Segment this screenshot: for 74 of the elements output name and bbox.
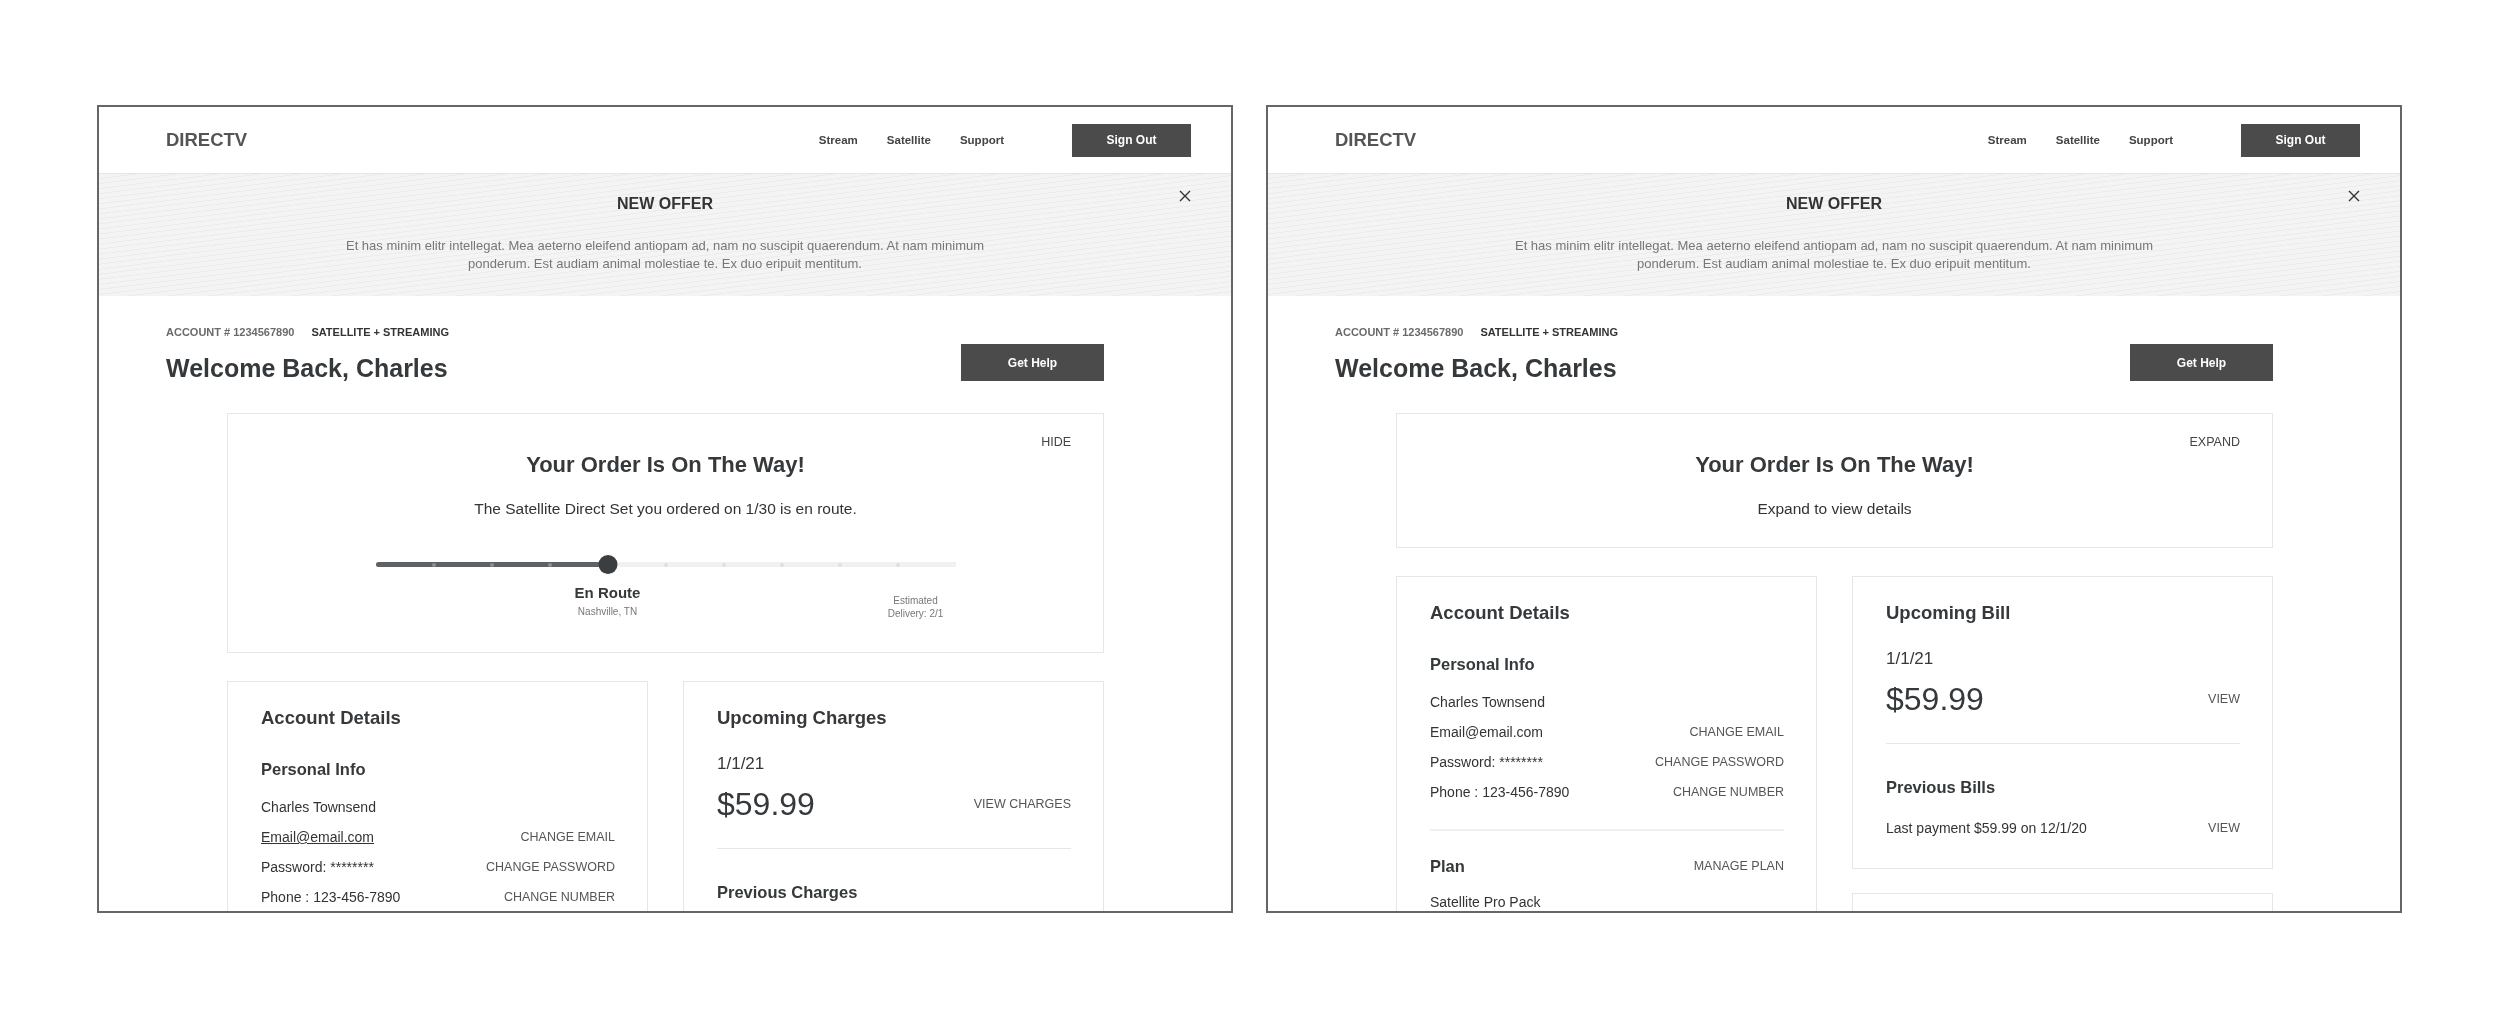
row-action-link[interactable]: CHANGE PASSWORD bbox=[486, 860, 615, 875]
section-heading: Personal Info bbox=[261, 759, 366, 779]
nav-link[interactable]: Stream bbox=[818, 134, 858, 146]
step-dot-icon bbox=[547, 562, 552, 567]
view-link[interactable]: VIEW bbox=[2208, 821, 2240, 836]
info-text: Password: ******** bbox=[1430, 754, 1543, 771]
step-dot-icon bbox=[489, 562, 494, 567]
row-action-link[interactable]: CHANGE EMAIL bbox=[1689, 725, 1784, 740]
banner-title: NEW OFFER bbox=[617, 194, 713, 213]
info-link[interactable]: Email@email.com bbox=[261, 829, 374, 846]
help-button[interactable]: Get Help bbox=[961, 344, 1104, 381]
bill-date: 1/1/21 bbox=[717, 754, 765, 774]
payment-text: Last payment $59.99 on 12/1/20 bbox=[1886, 820, 2087, 837]
plan-label: SATELLITE + STREAMING bbox=[1480, 325, 1618, 339]
bill-amount: $59.99 bbox=[717, 786, 815, 822]
status-label: En Route bbox=[574, 584, 641, 602]
info-text: Satellite Pro Pack bbox=[1430, 894, 1541, 911]
welcome-heading: Welcome Back, Charles bbox=[166, 353, 449, 383]
nav-link[interactable]: Satellite bbox=[2055, 134, 2100, 146]
info-text: Charles Townsend bbox=[261, 799, 376, 816]
card-title: Account Details bbox=[261, 707, 401, 729]
section-heading: Personal Info bbox=[1430, 654, 1535, 674]
welcome-heading: Welcome Back, Charles bbox=[1335, 353, 1618, 383]
card-title: Upcoming Bill bbox=[1886, 602, 2011, 624]
section-heading: Previous Charges bbox=[717, 882, 858, 902]
info-text: Email@email.com bbox=[1430, 724, 1543, 741]
help-button[interactable]: Get Help bbox=[2130, 344, 2273, 381]
section-heading: Previous Bills bbox=[1886, 777, 1996, 797]
sign-out-button[interactable]: Sign Out bbox=[1072, 123, 1191, 157]
brand-logo: DIRECTV bbox=[1335, 129, 1417, 151]
step-dot-icon bbox=[895, 562, 900, 567]
row-action-link[interactable]: CHANGE NUMBER bbox=[1672, 785, 1784, 800]
banner-text: Et has minim elitr intellegat. Mea aeterno eleifend antiopam ad, nam no suscipit quaerendum. At nam minimum ponderum. Est audiam animal molestiae te. Ex duo eripuit mentitum. bbox=[1513, 237, 2155, 273]
row-action-link[interactable]: CHANGE EMAIL bbox=[520, 830, 615, 845]
info-text: Password: ******** bbox=[261, 859, 374, 876]
card-title: Account Details bbox=[1430, 602, 1570, 624]
nav-link[interactable]: Satellite bbox=[886, 134, 931, 146]
plan-label: SATELLITE + STREAMING bbox=[311, 325, 449, 339]
step-dot-icon bbox=[431, 562, 436, 567]
row-action-link[interactable]: CHANGE NUMBER bbox=[503, 890, 615, 905]
step-dot-icon bbox=[837, 562, 842, 567]
order-subtitle: Expand to view details bbox=[1757, 499, 1912, 518]
collapse-link[interactable]: HIDE bbox=[1041, 435, 1071, 450]
close-icon[interactable] bbox=[2348, 190, 2360, 202]
nav-link[interactable]: Stream bbox=[1987, 134, 2027, 146]
info-text: Charles Townsend bbox=[1430, 694, 1545, 711]
view-link[interactable]: VIEW bbox=[2208, 691, 2240, 707]
delivery-estimate: Estimated Delivery: 2/1 bbox=[886, 594, 945, 620]
sign-out-button[interactable]: Sign Out bbox=[2241, 123, 2360, 157]
step-dot-icon bbox=[721, 562, 726, 567]
order-subtitle: The Satellite Direct Set you ordered on 1/30 is en route. bbox=[474, 499, 857, 518]
step-dot-icon bbox=[663, 562, 668, 567]
brand-logo: DIRECTV bbox=[166, 129, 248, 151]
section-action-link[interactable]: MANAGE PLAN bbox=[1693, 858, 1784, 874]
order-title: Your Order Is On The Way! bbox=[526, 451, 805, 478]
close-icon[interactable] bbox=[1179, 190, 1191, 202]
banner-title: NEW OFFER bbox=[1786, 194, 1882, 213]
step-dot-icon bbox=[779, 562, 784, 567]
info-text: Phone : 123-456-7890 bbox=[261, 889, 401, 906]
section-heading: Plan bbox=[1430, 856, 1465, 876]
bill-date: 1/1/21 bbox=[1886, 649, 1934, 669]
nav-link[interactable]: Support bbox=[959, 134, 1004, 146]
banner-text: Et has minim elitr intellegat. Mea aeterno eleifend antiopam ad, nam no suscipit quaerendum. At nam minimum ponderum. Est audiam animal molestiae te. Ex duo eripuit mentitum. bbox=[344, 237, 986, 273]
account-number: ACCOUNT # 1234567890 bbox=[166, 325, 295, 339]
bill-amount: $59.99 bbox=[1886, 681, 1984, 717]
order-title: Your Order Is On The Way! bbox=[1695, 451, 1974, 478]
view-link[interactable]: VIEW CHARGES bbox=[973, 796, 1071, 812]
nav-link[interactable]: Support bbox=[2128, 134, 2173, 146]
account-number: ACCOUNT # 1234567890 bbox=[1335, 325, 1464, 339]
location-label: Nashville, TN bbox=[576, 606, 639, 618]
card-title: Upcoming Charges bbox=[717, 707, 887, 729]
expand-link[interactable]: EXPAND bbox=[2189, 435, 2240, 450]
row-action-link[interactable]: CHANGE PASSWORD bbox=[1655, 755, 1784, 770]
info-text: Phone : 123-456-7890 bbox=[1430, 784, 1570, 801]
